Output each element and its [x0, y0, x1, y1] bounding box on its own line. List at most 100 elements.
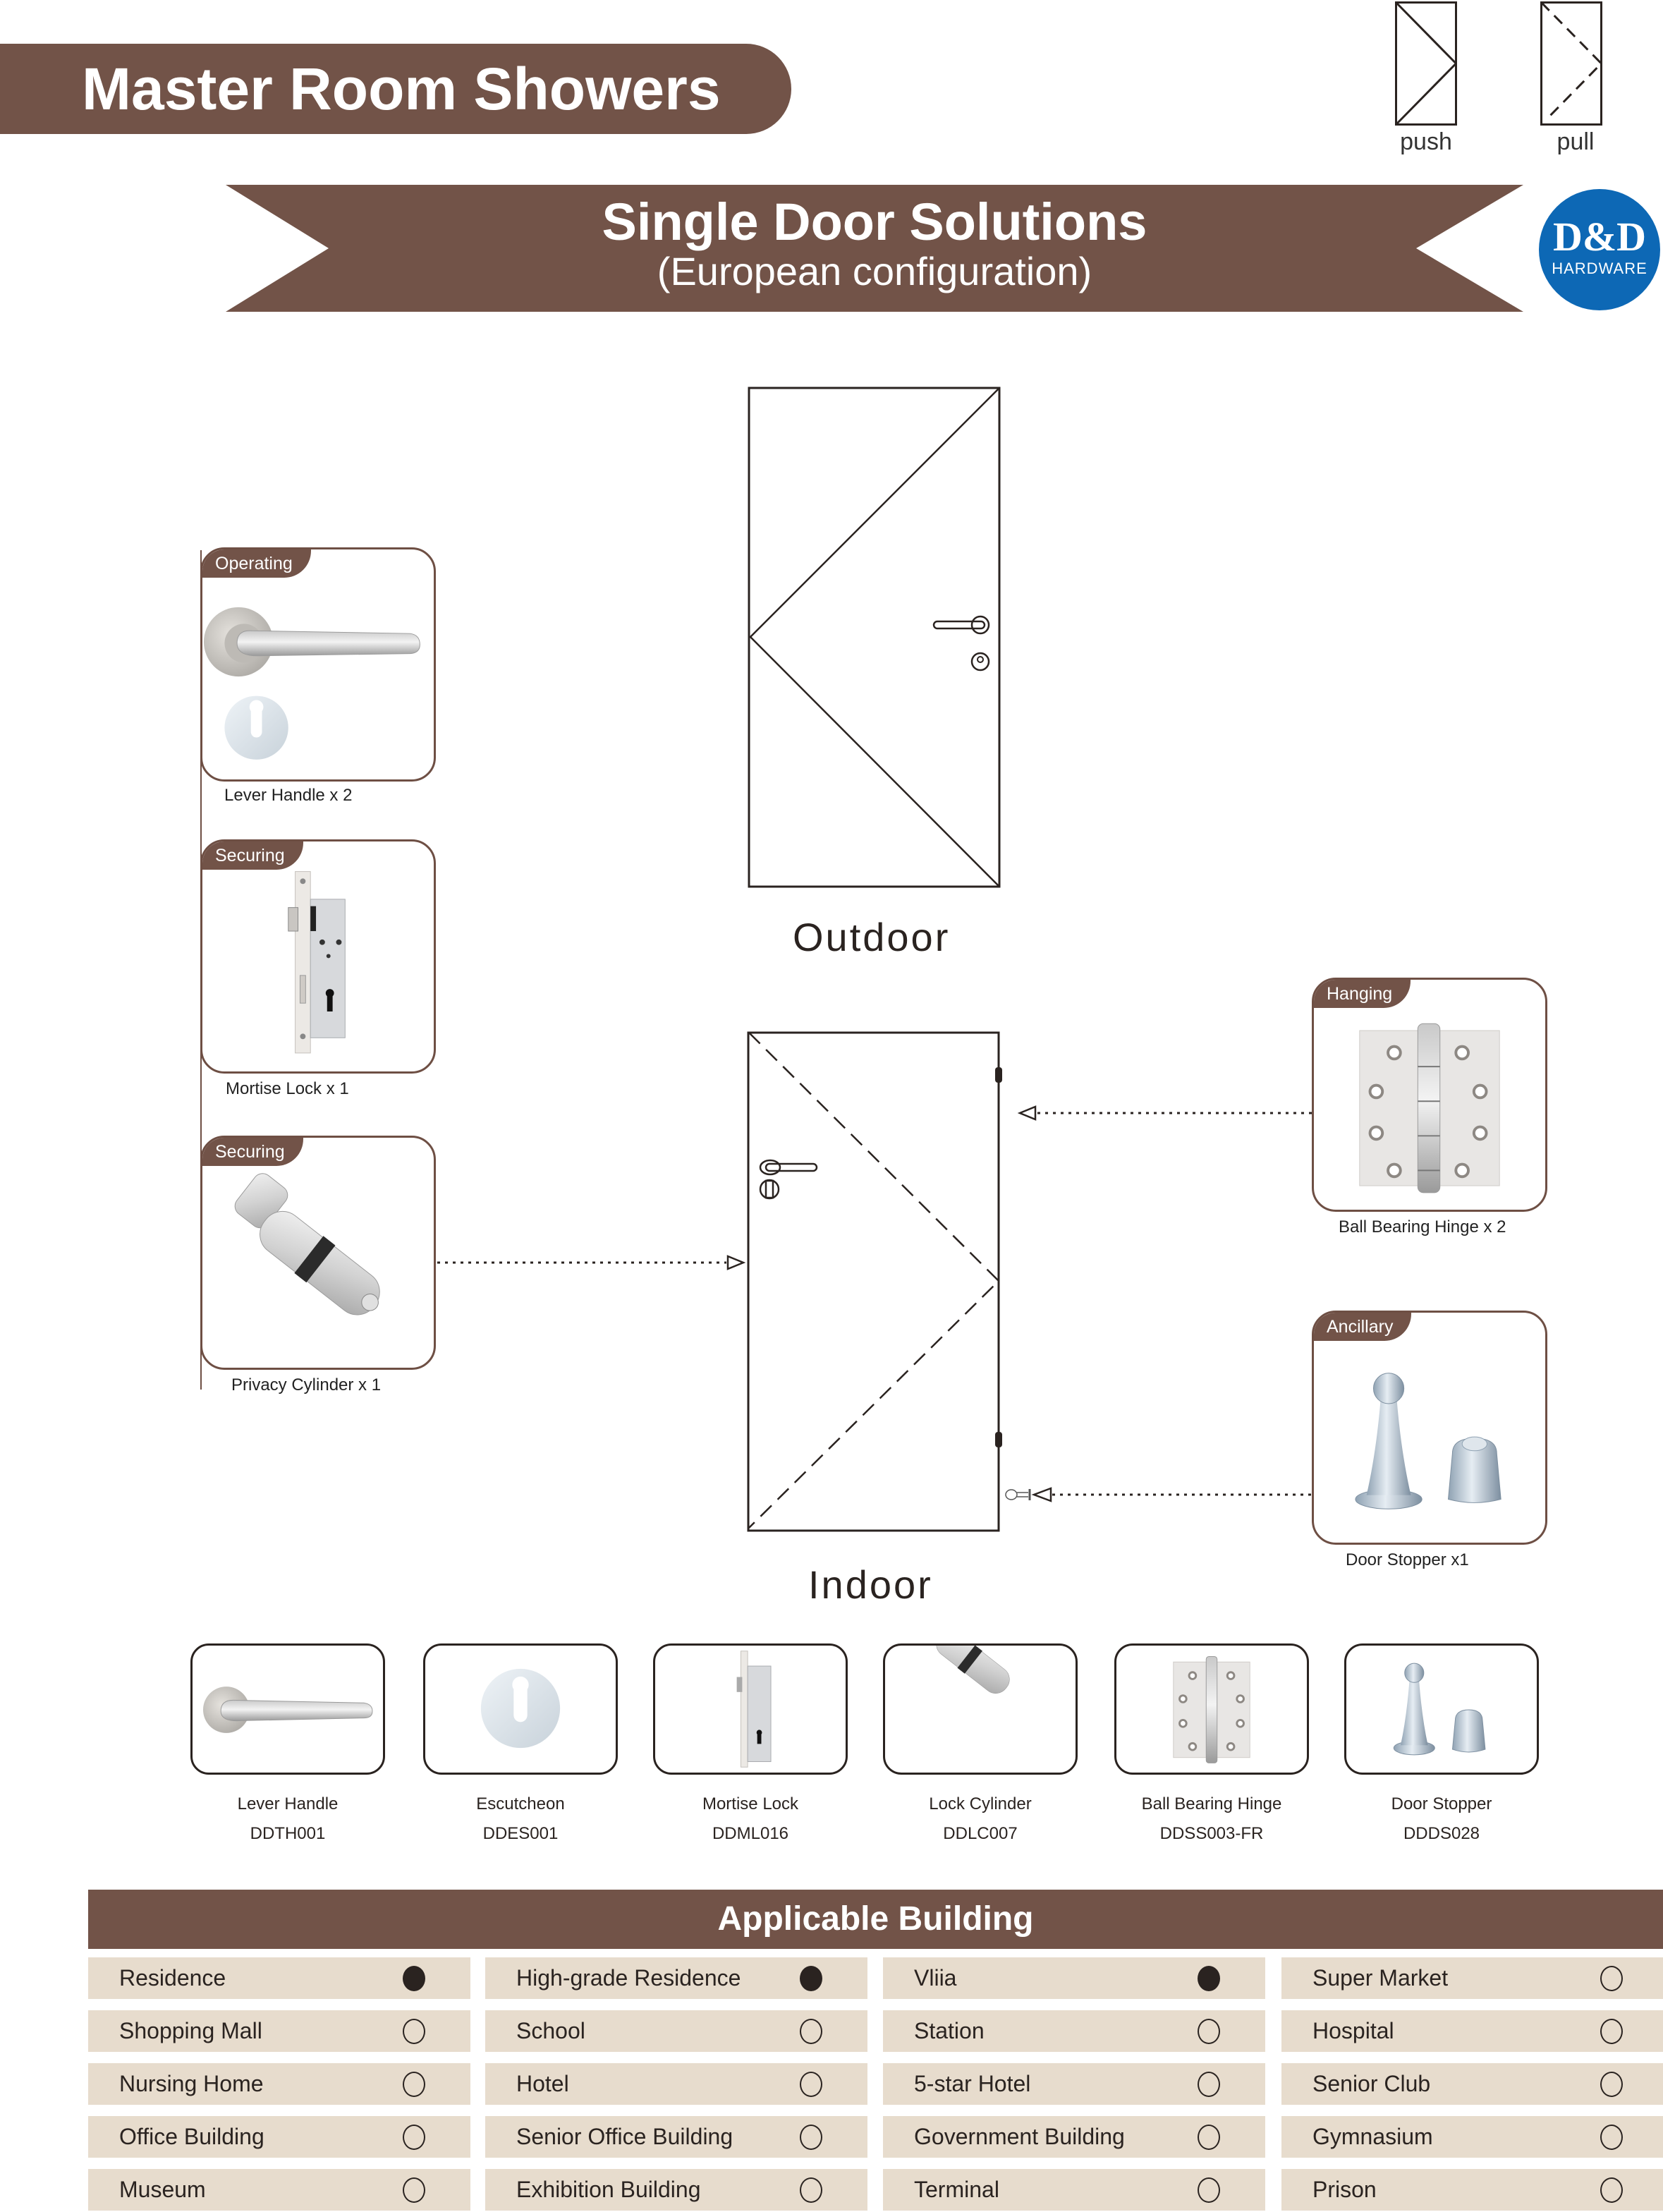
- escutcheon-icon: [480, 1668, 561, 1749]
- building-label: Exhibition Building: [516, 2177, 701, 2202]
- building-option: Station: [883, 2010, 1265, 2052]
- hinge-marker-top: [995, 1067, 1002, 1083]
- radio-unchecked-icon[interactable]: [1198, 2072, 1220, 2097]
- product-code: DDSS003-FR: [1159, 1824, 1264, 1843]
- building-option: Vliia: [883, 1957, 1265, 1999]
- product-card[interactable]: [423, 1643, 618, 1775]
- radio-unchecked-icon[interactable]: [403, 2125, 425, 2150]
- arrow-to-stopper: [1031, 1487, 1052, 1502]
- building-label: Gymnasium: [1312, 2124, 1433, 2149]
- lock-cylinder-icon: [936, 1646, 1010, 1694]
- building-option: Shopping Mall: [88, 2010, 470, 2052]
- radio-unchecked-icon[interactable]: [1198, 2019, 1220, 2044]
- building-label: School: [516, 2018, 585, 2043]
- mortise-lock-icon: [736, 1651, 772, 1768]
- arrow-to-hinge: [1017, 1105, 1037, 1121]
- product-code: DDES001: [482, 1824, 559, 1843]
- radio-unchecked-icon[interactable]: [1600, 2019, 1623, 2044]
- radio-unchecked-icon[interactable]: [403, 2019, 425, 2044]
- hinge-marker-bottom: [995, 1432, 1002, 1447]
- building-option: Office Building: [88, 2116, 470, 2158]
- building-option: Senior Office Building: [485, 2116, 867, 2158]
- building-option: High-grade Residence: [485, 1957, 867, 1999]
- building-option: Museum: [88, 2169, 470, 2211]
- lever-handle-icon: [203, 1687, 373, 1733]
- outdoor-door-drawing: [748, 387, 1001, 888]
- product-card[interactable]: [190, 1643, 385, 1775]
- product-name: Lever Handle: [237, 1794, 339, 1813]
- building-option: Prison: [1281, 2169, 1663, 2211]
- applicable-building-header: Applicable Building: [88, 1890, 1663, 1949]
- building-option: Senior Club: [1281, 2063, 1663, 2105]
- product-card[interactable]: [1344, 1643, 1539, 1775]
- radio-checked-icon[interactable]: [800, 1966, 822, 1991]
- product-name: Mortise Lock: [702, 1794, 799, 1813]
- building-option: Gymnasium: [1281, 2116, 1663, 2158]
- indoor-thumbturn-symbol: [759, 1179, 780, 1200]
- building-label: Hotel: [516, 2071, 569, 2096]
- building-label: Nursing Home: [119, 2071, 264, 2096]
- building-label: Terminal: [914, 2177, 999, 2202]
- building-label: Residence: [119, 1965, 226, 1991]
- building-option: Super Market: [1281, 1957, 1663, 1999]
- radio-unchecked-icon[interactable]: [1198, 2125, 1220, 2150]
- building-option: School: [485, 2010, 867, 2052]
- stopper-symbol: [1005, 1489, 1031, 1500]
- outdoor-label: Outdoor: [793, 915, 951, 959]
- radio-checked-icon[interactable]: [403, 1966, 425, 1991]
- building-label: Prison: [1312, 2177, 1377, 2202]
- product-code: DDLC007: [943, 1824, 1018, 1843]
- product-code: DDTH001: [250, 1824, 326, 1843]
- door-diagram: [437, 387, 1312, 1532]
- radio-unchecked-icon[interactable]: [1600, 2125, 1623, 2150]
- building-option: Exhibition Building: [485, 2169, 867, 2211]
- indoor-label: Indoor: [808, 1562, 933, 1607]
- radio-unchecked-icon[interactable]: [800, 2125, 822, 2150]
- radio-checked-icon[interactable]: [1198, 1966, 1220, 1991]
- building-label: Government Building: [914, 2124, 1125, 2149]
- product-name: Door Stopper: [1391, 1794, 1492, 1813]
- building-option: Hospital: [1281, 2010, 1663, 2052]
- product-name: Lock Cylinder: [929, 1794, 1032, 1813]
- radio-unchecked-icon[interactable]: [800, 2072, 822, 2097]
- building-label: Super Market: [1312, 1965, 1449, 1991]
- outdoor-lever-symbol: [932, 615, 990, 635]
- product-code: DDML016: [712, 1824, 789, 1843]
- building-label: High-grade Residence: [516, 1965, 741, 1991]
- outdoor-keyhole-symbol: [970, 652, 990, 672]
- building-label: Hospital: [1312, 2018, 1394, 2043]
- building-label: Senior Club: [1312, 2071, 1431, 2096]
- building-label: Vliia: [914, 1965, 957, 1991]
- building-label: Museum: [119, 2177, 206, 2202]
- radio-unchecked-icon[interactable]: [403, 2072, 425, 2097]
- arrow-to-door: [726, 1255, 746, 1270]
- indoor-door-drawing: [747, 1031, 1002, 1532]
- building-label: Shopping Mall: [119, 2018, 262, 2043]
- radio-unchecked-icon[interactable]: [800, 2177, 822, 2203]
- building-option: Government Building: [883, 2116, 1265, 2158]
- building-label: Station: [914, 2018, 985, 2043]
- building-option: Hotel: [485, 2063, 867, 2105]
- product-card[interactable]: [1114, 1643, 1309, 1775]
- product-name: Ball Bearing Hinge: [1141, 1794, 1282, 1813]
- radio-unchecked-icon[interactable]: [1198, 2177, 1220, 2203]
- building-label: Office Building: [119, 2124, 264, 2149]
- product-name: Escutcheon: [476, 1794, 565, 1813]
- product-card[interactable]: [653, 1643, 848, 1775]
- building-option: Residence: [88, 1957, 470, 1999]
- building-label: 5-star Hotel: [914, 2071, 1031, 2096]
- indoor-lever-symbol: [759, 1159, 818, 1176]
- radio-unchecked-icon[interactable]: [800, 2019, 822, 2044]
- door-stopper-icon: [1393, 1663, 1486, 1756]
- building-label: Senior Office Building: [516, 2124, 733, 2149]
- radio-unchecked-icon[interactable]: [1600, 1966, 1623, 1991]
- building-option: 5-star Hotel: [883, 2063, 1265, 2105]
- ball-bearing-hinge-icon: [1173, 1656, 1250, 1763]
- radio-unchecked-icon[interactable]: [403, 2177, 425, 2203]
- building-option: Nursing Home: [88, 2063, 470, 2105]
- product-code: DDDS028: [1403, 1824, 1480, 1843]
- radio-unchecked-icon[interactable]: [1600, 2072, 1623, 2097]
- radio-unchecked-icon[interactable]: [1600, 2177, 1623, 2203]
- product-card[interactable]: [883, 1643, 1078, 1775]
- building-option: Terminal: [883, 2169, 1265, 2211]
